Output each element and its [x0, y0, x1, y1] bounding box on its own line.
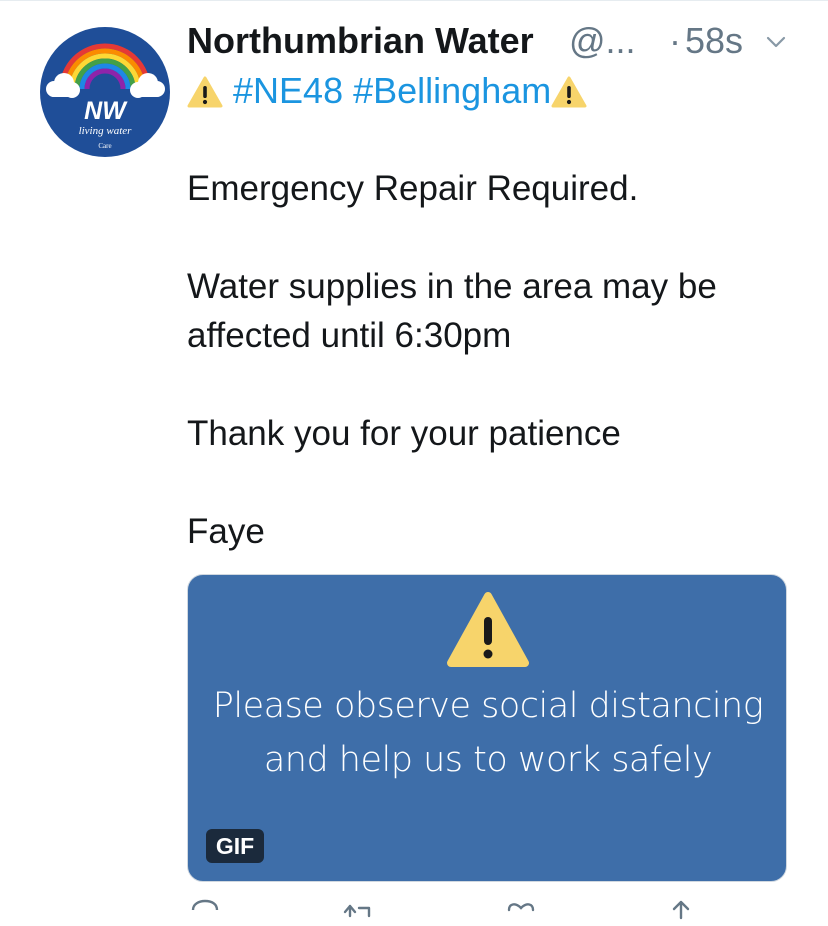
hashtag-ne48[interactable]: #NE48 [233, 70, 343, 111]
warning-icon [187, 76, 223, 108]
hashtag-bellingham[interactable]: #Bellingham [353, 70, 551, 111]
like-icon[interactable] [503, 896, 539, 926]
display-name[interactable]: Northumbrian Water [187, 20, 534, 62]
reply-icon[interactable] [187, 896, 223, 926]
action-bar [187, 896, 807, 926]
northumbrian-water-logo: NW living water Care [46, 43, 165, 150]
share-icon[interactable] [663, 896, 699, 926]
media-caption: Please observe social distancing and hel… [212, 686, 764, 780]
retweet-icon[interactable] [341, 896, 377, 926]
tweet-paragraph: Faye [187, 512, 265, 551]
hashtag-line: #NE48 #Bellingham [187, 70, 587, 116]
logo-sub: Care [98, 142, 111, 150]
tweet-header: Northumbrian Water @... · 58s [187, 18, 807, 68]
timestamp[interactable]: 58s [685, 20, 743, 62]
warning-icon [447, 592, 529, 667]
avatar[interactable]: NW living water Care [40, 27, 170, 157]
gif-badge: GIF [206, 829, 264, 863]
gif-media[interactable]: Please observe social distancing and hel… [187, 574, 787, 882]
tweet-paragraph: Emergency Repair Required. [187, 169, 639, 208]
warning-icon [551, 76, 587, 108]
top-divider [0, 0, 828, 1]
logo-wordmark: NW [84, 97, 128, 125]
tweet-paragraph: Water supplies in the area may be affect… [187, 267, 717, 355]
separator-dot: · [669, 20, 681, 61]
tweet-paragraph: Thank you for your patience [187, 414, 621, 453]
chevron-down-icon[interactable] [766, 32, 786, 52]
handle[interactable]: @... [569, 20, 636, 62]
tweet-text: Emergency Repair Required. Water supplie… [187, 164, 807, 556]
logo-tagline: living water [79, 125, 133, 137]
